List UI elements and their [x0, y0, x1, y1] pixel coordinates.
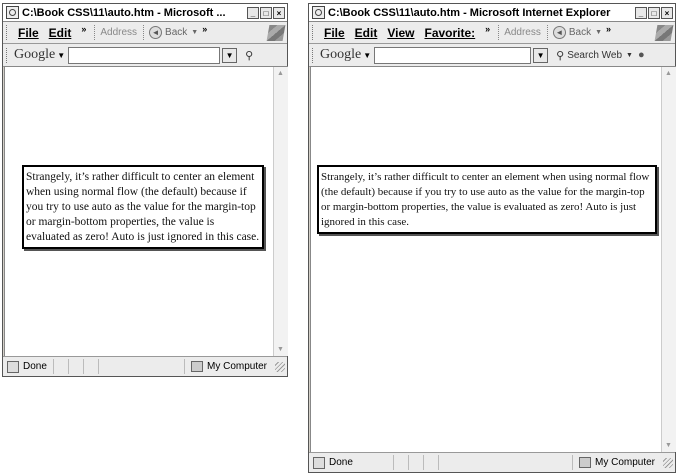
- status-pane: [392, 455, 408, 470]
- google-search-dropdown-icon[interactable]: ▼: [222, 47, 238, 63]
- menu-file[interactable]: File: [18, 26, 39, 40]
- toolbar-separator: [546, 25, 549, 40]
- google-search-button[interactable]: ⚲ Search Web ▼: [556, 49, 633, 62]
- toolbar-grip[interactable]: [312, 25, 316, 40]
- status-bar: Done My Computer: [3, 356, 287, 376]
- status-text: Done: [23, 361, 47, 372]
- address-label[interactable]: Address: [100, 27, 137, 38]
- back-button[interactable]: ◄ Back ▼: [552, 26, 602, 39]
- page-content: ▲ ▼ Strangely, it’s rather difficult to …: [310, 66, 676, 452]
- zone-label: My Computer: [206, 361, 267, 372]
- security-zone[interactable]: My Computer: [571, 455, 663, 470]
- address-label[interactable]: Address: [504, 27, 541, 38]
- status-bar: Done My Computer: [309, 452, 675, 472]
- google-toolbar: Google ▼ ▼ ⚲ Search Web ▼ ●: [309, 44, 675, 67]
- toolbar-separator: [143, 25, 145, 40]
- status-text: Done: [329, 457, 353, 468]
- menu-view[interactable]: View: [387, 26, 414, 40]
- ie-app-icon[interactable]: [6, 6, 19, 19]
- status-pane: [52, 359, 68, 374]
- google-logo[interactable]: Google: [320, 47, 361, 63]
- search-web-label: Search Web: [567, 49, 623, 61]
- minimize-button[interactable]: _: [247, 6, 259, 19]
- maximize-button[interactable]: □: [648, 6, 660, 19]
- resize-grip-icon[interactable]: [663, 457, 673, 468]
- menu-favorites[interactable]: Favorite:: [424, 26, 475, 40]
- google-search-button[interactable]: ⚲: [245, 49, 256, 62]
- vertical-scrollbar[interactable]: ▲ ▼: [273, 67, 288, 356]
- google-dropdown-icon[interactable]: ▼: [363, 51, 371, 60]
- binoculars-icon: ⚲: [556, 49, 565, 62]
- window-title: C:\Book CSS\11\auto.htm - Microsoft ...: [22, 6, 226, 19]
- content-box: Strangely, it’s rather difficult to cent…: [22, 165, 264, 249]
- google-search-input[interactable]: [374, 46, 532, 64]
- toolbar-chevron-icon[interactable]: »: [202, 24, 207, 34]
- google-dropdown-icon[interactable]: ▼: [57, 51, 65, 60]
- back-dropdown-icon[interactable]: ▼: [191, 29, 198, 36]
- menu-edit[interactable]: Edit: [355, 26, 378, 40]
- status-pane: [97, 359, 113, 374]
- close-button[interactable]: ×: [661, 6, 673, 19]
- vertical-scrollbar[interactable]: ▲ ▼: [661, 67, 676, 452]
- google-toolbar: Google ▼ ▼ ⚲: [3, 44, 287, 67]
- back-button[interactable]: ◄ Back ▼: [149, 26, 198, 39]
- toolbar-separator: [498, 25, 500, 40]
- menu-bar: File Edit View Favorite: » Address ◄ Bac…: [309, 22, 675, 44]
- minimize-button[interactable]: _: [635, 6, 647, 19]
- status-pane: [67, 359, 83, 374]
- menu-file[interactable]: File: [324, 26, 345, 40]
- maximize-button[interactable]: □: [260, 6, 272, 19]
- toolbar-separator: [94, 25, 96, 40]
- window-title: C:\Book CSS\11\auto.htm - Microsoft Inte…: [328, 6, 611, 19]
- menu-bar: File Edit » Address ◄ Back ▼ »: [3, 22, 287, 44]
- ie-app-icon[interactable]: [312, 6, 325, 19]
- google-logo[interactable]: Google: [14, 47, 55, 63]
- search-web-dropdown-icon[interactable]: ▼: [626, 52, 633, 59]
- browser-window-wide: C:\Book CSS\11\auto.htm - Microsoft Inte…: [308, 3, 676, 473]
- page-status-icon: [313, 456, 325, 469]
- security-zone[interactable]: My Computer: [183, 359, 275, 374]
- scroll-up-icon[interactable]: ▲: [664, 69, 673, 78]
- scroll-down-icon[interactable]: ▼: [664, 441, 673, 450]
- scroll-up-icon[interactable]: ▲: [276, 69, 285, 78]
- back-arrow-icon: ◄: [149, 26, 163, 39]
- menu-edit[interactable]: Edit: [49, 26, 72, 40]
- google-search-dropdown-icon[interactable]: ▼: [533, 47, 549, 63]
- back-label: Back: [568, 27, 592, 38]
- back-arrow-icon: ◄: [552, 26, 566, 39]
- toolbar-grip[interactable]: [6, 25, 10, 40]
- menu-chevron-icon[interactable]: »: [485, 24, 490, 34]
- zone-label: My Computer: [594, 457, 655, 468]
- resize-grip-icon[interactable]: [275, 361, 285, 372]
- google-search-input[interactable]: [68, 46, 221, 64]
- computer-icon: [190, 361, 203, 372]
- status-pane: [82, 359, 98, 374]
- toolbar-grip[interactable]: [312, 47, 316, 63]
- page-status-icon: [7, 360, 19, 373]
- windows-logo-icon: [266, 24, 286, 41]
- binoculars-icon: ⚲: [245, 49, 254, 62]
- box-paragraph: Strangely, it’s rather difficult to cent…: [26, 171, 260, 243]
- menu-chevron-icon[interactable]: »: [81, 24, 86, 34]
- close-button[interactable]: ×: [273, 6, 285, 19]
- status-pane: [422, 455, 438, 470]
- page-content: ▲ ▼ Strangely, it’s rather difficult to …: [4, 66, 288, 356]
- title-bar[interactable]: C:\Book CSS\11\auto.htm - Microsoft Inte…: [309, 4, 675, 22]
- back-label: Back: [165, 27, 188, 38]
- windows-logo-icon: [654, 24, 674, 41]
- title-bar[interactable]: C:\Book CSS\11\auto.htm - Microsoft ... …: [3, 4, 287, 22]
- computer-icon: [578, 457, 591, 468]
- toolbar-chevron-icon[interactable]: »: [606, 24, 611, 34]
- back-dropdown-icon[interactable]: ▼: [595, 29, 602, 36]
- google-news-icon[interactable]: ●: [638, 49, 645, 61]
- browser-window-narrow: C:\Book CSS\11\auto.htm - Microsoft ... …: [2, 3, 288, 377]
- box-paragraph: Strangely, it’s rather difficult to cent…: [321, 171, 650, 228]
- status-pane: [407, 455, 423, 470]
- scroll-down-icon[interactable]: ▼: [276, 345, 285, 354]
- toolbar-grip[interactable]: [6, 47, 10, 63]
- content-box: Strangely, it’s rather difficult to cent…: [317, 165, 657, 234]
- status-pane: [437, 455, 453, 470]
